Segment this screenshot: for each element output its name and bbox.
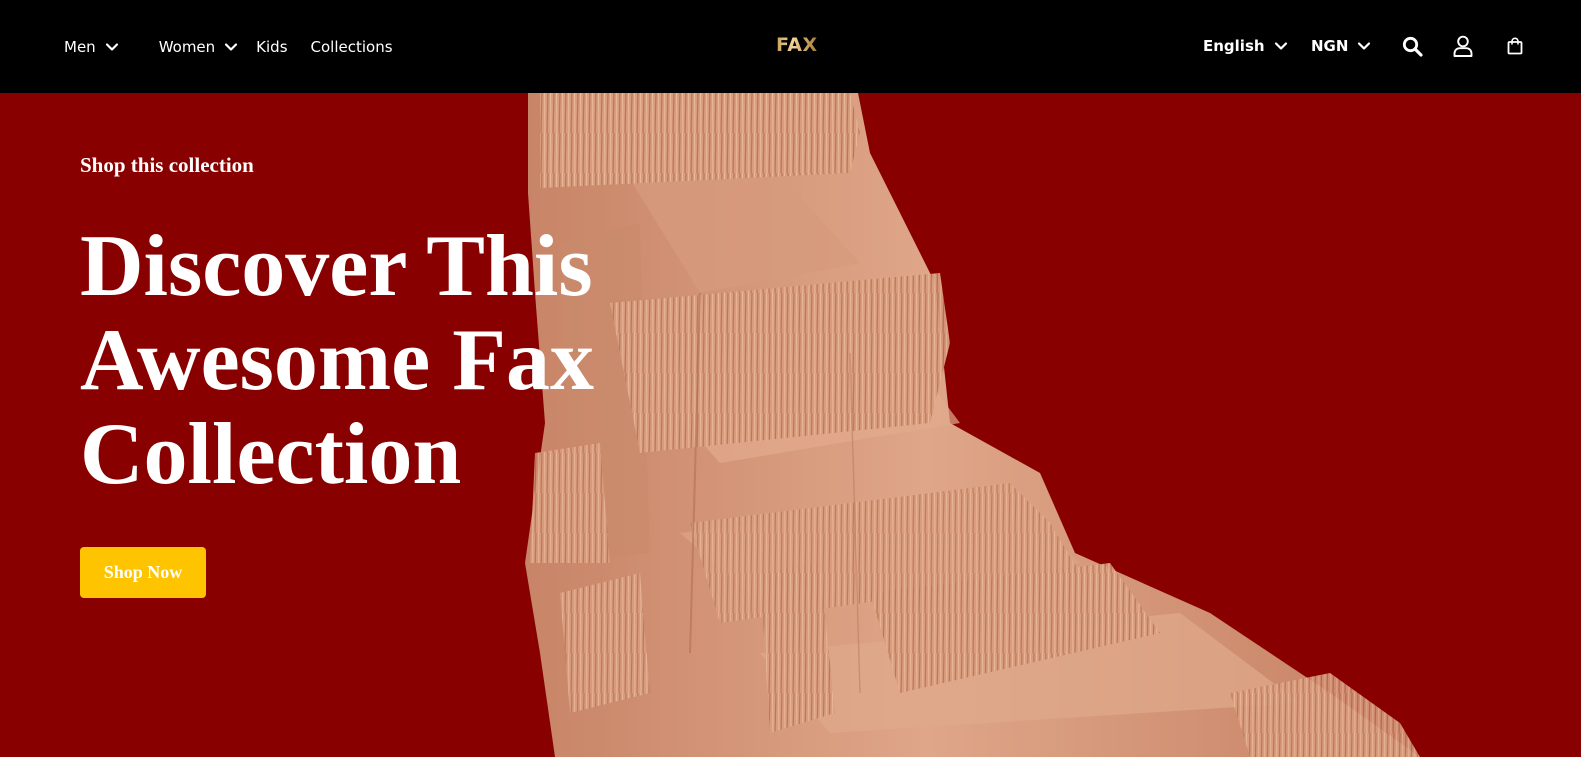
shopping-bag-icon [1507,37,1523,55]
chevron-down-icon [105,42,118,51]
hero-banner: Shop this collection Discover This Aweso… [0,93,1581,757]
currency-value: NGN [1311,37,1349,55]
language-value: English [1203,37,1265,55]
main-nav: Men Women Kids Collections [64,0,393,93]
currency-selector[interactable]: NGN [1311,37,1371,55]
account-button[interactable] [1452,34,1474,58]
hero-headline-line: Discover This [80,218,593,315]
nav-men[interactable]: Men [64,38,119,56]
nav-women[interactable]: Women [159,38,238,56]
nav-women-label: Women [158,37,216,56]
hero-headline-line: Collection [80,406,462,503]
nav-kids-label: Kids [256,37,288,56]
chevron-down-icon [1274,42,1287,50]
nav-kids[interactable]: Kids [256,38,287,56]
cart-button[interactable] [1504,34,1526,58]
language-selector[interactable]: English [1203,37,1288,55]
shop-now-button[interactable]: Shop Now [80,547,206,598]
search-button[interactable] [1401,34,1423,58]
nav-men-label: Men [64,37,96,56]
nav-collections-label: Collections [310,37,393,56]
user-icon [1453,35,1473,57]
site-header: Men Women Kids Collections FAX English N… [0,0,1581,93]
search-icon [1402,36,1423,57]
brand-logo[interactable]: FAX [776,34,818,56]
chevron-down-icon [1358,42,1371,50]
chevron-down-icon [225,42,238,51]
hero-eyebrow: Shop this collection [80,153,254,177]
hero-headline-line: Awesome Fax [80,312,594,409]
hero-headline: Discover This Awesome Fax Collection [80,220,780,502]
nav-collections[interactable]: Collections [311,38,393,56]
